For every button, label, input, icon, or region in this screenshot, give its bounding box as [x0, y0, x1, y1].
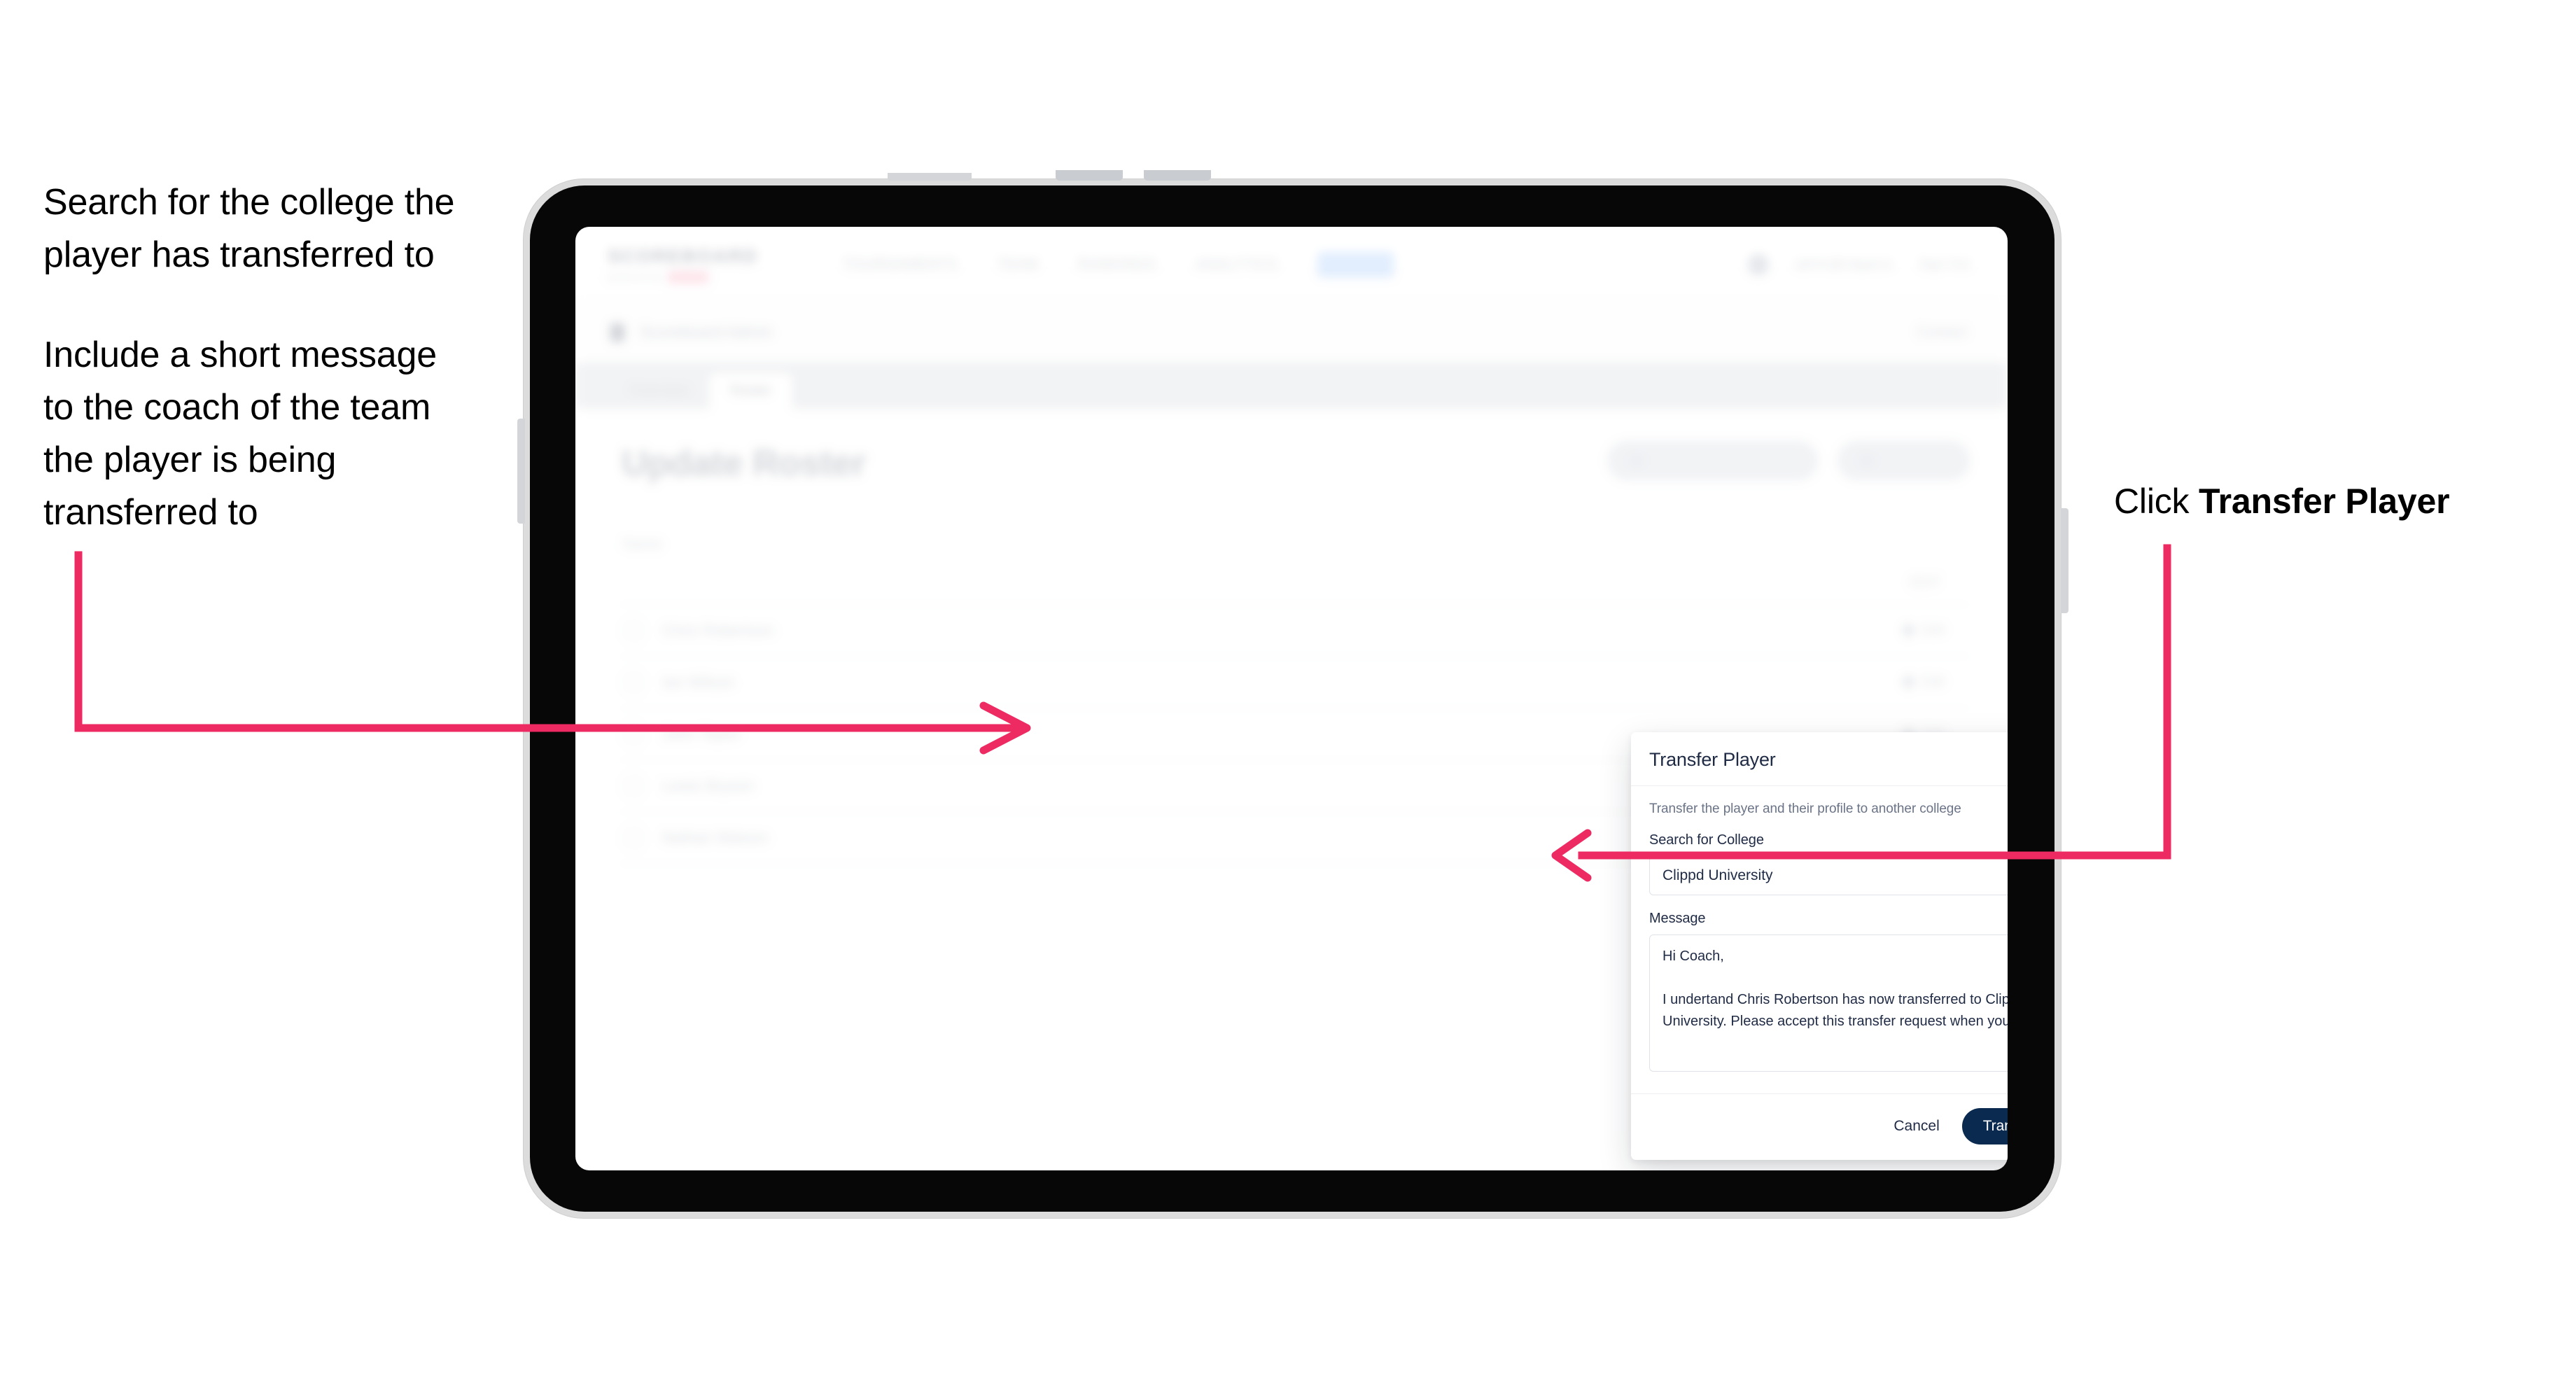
request-player-transfer-button[interactable]: Request Player Transfer: [1607, 441, 1819, 480]
page-header-actions: Request Player Transfer Add Player: [1607, 441, 1970, 480]
nav-item-analytics[interactable]: ANALYTICS: [1196, 256, 1278, 273]
contact-link[interactable]: Contact: [1917, 324, 1967, 341]
volume-down-button[interactable]: [1144, 170, 1211, 181]
transfer-icon: [1631, 455, 1643, 466]
side-button-left[interactable]: [517, 419, 525, 524]
player-name: John Taylor: [662, 724, 741, 743]
edit-player-link[interactable]: Edit: [1901, 674, 1945, 690]
annotation-click-transfer-player: Click Transfer Player: [2114, 476, 2548, 526]
modal-title: Transfer Player: [1649, 748, 1776, 770]
player-name: Nathan Watson: [662, 828, 768, 846]
message-label: Message: [1649, 911, 1706, 926]
edit-label: Edit: [1921, 674, 1945, 690]
nav-item-admin[interactable]: ADMIN: [1317, 251, 1394, 277]
app-logo[interactable]: SCOREBOARD powered by clippd: [608, 246, 758, 284]
transfer-player-button[interactable]: Transfer Player: [1961, 1108, 2008, 1144]
modal-footer: Cancel Transfer Player: [1631, 1093, 2008, 1160]
annotation-click-prefix: Click: [2114, 482, 2199, 521]
cancel-button[interactable]: Cancel: [1891, 1112, 1942, 1140]
avatar[interactable]: [1748, 253, 1770, 275]
edit-label: Edit: [1921, 622, 1945, 638]
edit-player-link[interactable]: Edit: [1901, 622, 1945, 638]
user-email-label: admin@clippd.io: [1794, 256, 1893, 272]
building-icon: [610, 323, 624, 342]
search-college-input[interactable]: [1649, 856, 2008, 895]
row-checkbox[interactable]: [624, 724, 643, 743]
player-name: Ian Wilson: [662, 673, 734, 691]
roster-header-edit-label: EDIT: [1910, 575, 1940, 590]
row-checkbox[interactable]: [624, 673, 643, 692]
nav-item-team[interactable]: TEAM: [997, 256, 1039, 273]
annotation-click-target: Transfer Player: [2199, 482, 2450, 521]
modal-header: Transfer Player: [1631, 732, 2008, 786]
search-college-label: Search for College: [1649, 832, 1764, 848]
logo-brand-pill: clippd: [668, 270, 708, 284]
annotation-include-message: Include a short message to the coach of …: [43, 335, 437, 533]
app-tab-bar: Overview Roster: [575, 363, 2008, 409]
nav-item-rankings[interactable]: RANKINGS: [1078, 256, 1156, 273]
screenshot-canvas: Search for the college the player has tr…: [0, 0, 2576, 1386]
player-name: Lewis Bryson: [662, 776, 754, 794]
transfer-player-modal: Transfer Player Transfer the player and …: [1631, 732, 2008, 1160]
add-player-button[interactable]: Add Player: [1837, 441, 1970, 480]
page-title: Update Roster: [622, 443, 866, 484]
volume-up-button[interactable]: [1056, 170, 1123, 181]
row-checkbox[interactable]: [624, 776, 643, 795]
table-row[interactable]: Chris Robertson Edit: [619, 605, 1970, 657]
roster-table-header: EDIT: [619, 561, 1970, 605]
logo-subtext: powered by: [608, 272, 662, 282]
breadcrumb-label: Scoreboard Admin: [640, 323, 773, 341]
table-row[interactable]: Ian Wilson Edit: [619, 657, 1970, 708]
row-checkbox[interactable]: [624, 828, 643, 847]
plus-icon: [1861, 455, 1873, 466]
player-name: Chris Robertson: [662, 621, 774, 639]
request-player-transfer-label: Request Player Transfer: [1651, 453, 1795, 468]
sign-out-link[interactable]: Sign Out: [1918, 257, 1970, 272]
message-textarea[interactable]: [1649, 934, 2008, 1072]
modal-body: Transfer the player and their profile to…: [1631, 786, 2008, 1093]
add-player-label: Add Player: [1881, 453, 1946, 468]
message-field-group: Message: [1649, 911, 2008, 1075]
app-top-navbar: SCOREBOARD powered by clippd TOURNAMENTS…: [575, 227, 2008, 302]
pencil-icon: [1901, 674, 1917, 690]
side-button-right[interactable]: [2061, 508, 2068, 613]
logo-wordmark: SCOREBOARD: [608, 245, 759, 267]
tablet-screen: SCOREBOARD powered by clippd TOURNAMENTS…: [575, 227, 2008, 1170]
pencil-icon: [1901, 622, 1917, 638]
roster-column-label: Name: [623, 536, 663, 552]
app-primary-nav: TOURNAMENTS TEAM RANKINGS ANALYTICS ADMI…: [842, 251, 1394, 277]
nav-item-tournaments[interactable]: TOURNAMENTS: [842, 256, 958, 273]
modal-description: Transfer the player and their profile to…: [1649, 802, 1961, 816]
power-button[interactable]: [888, 173, 972, 181]
row-checkbox[interactable]: [624, 621, 643, 640]
tab-roster[interactable]: Roster: [709, 373, 793, 409]
tab-overview[interactable]: Overview: [609, 373, 709, 409]
app-top-right-cluster: admin@clippd.io Sign Out: [1748, 253, 1970, 275]
breadcrumb: Scoreboard Admin Contact: [575, 302, 2008, 363]
search-college-field-group: Search for College: [1649, 832, 2008, 895]
annotation-search-college: Search for the college the player has tr…: [43, 182, 455, 275]
